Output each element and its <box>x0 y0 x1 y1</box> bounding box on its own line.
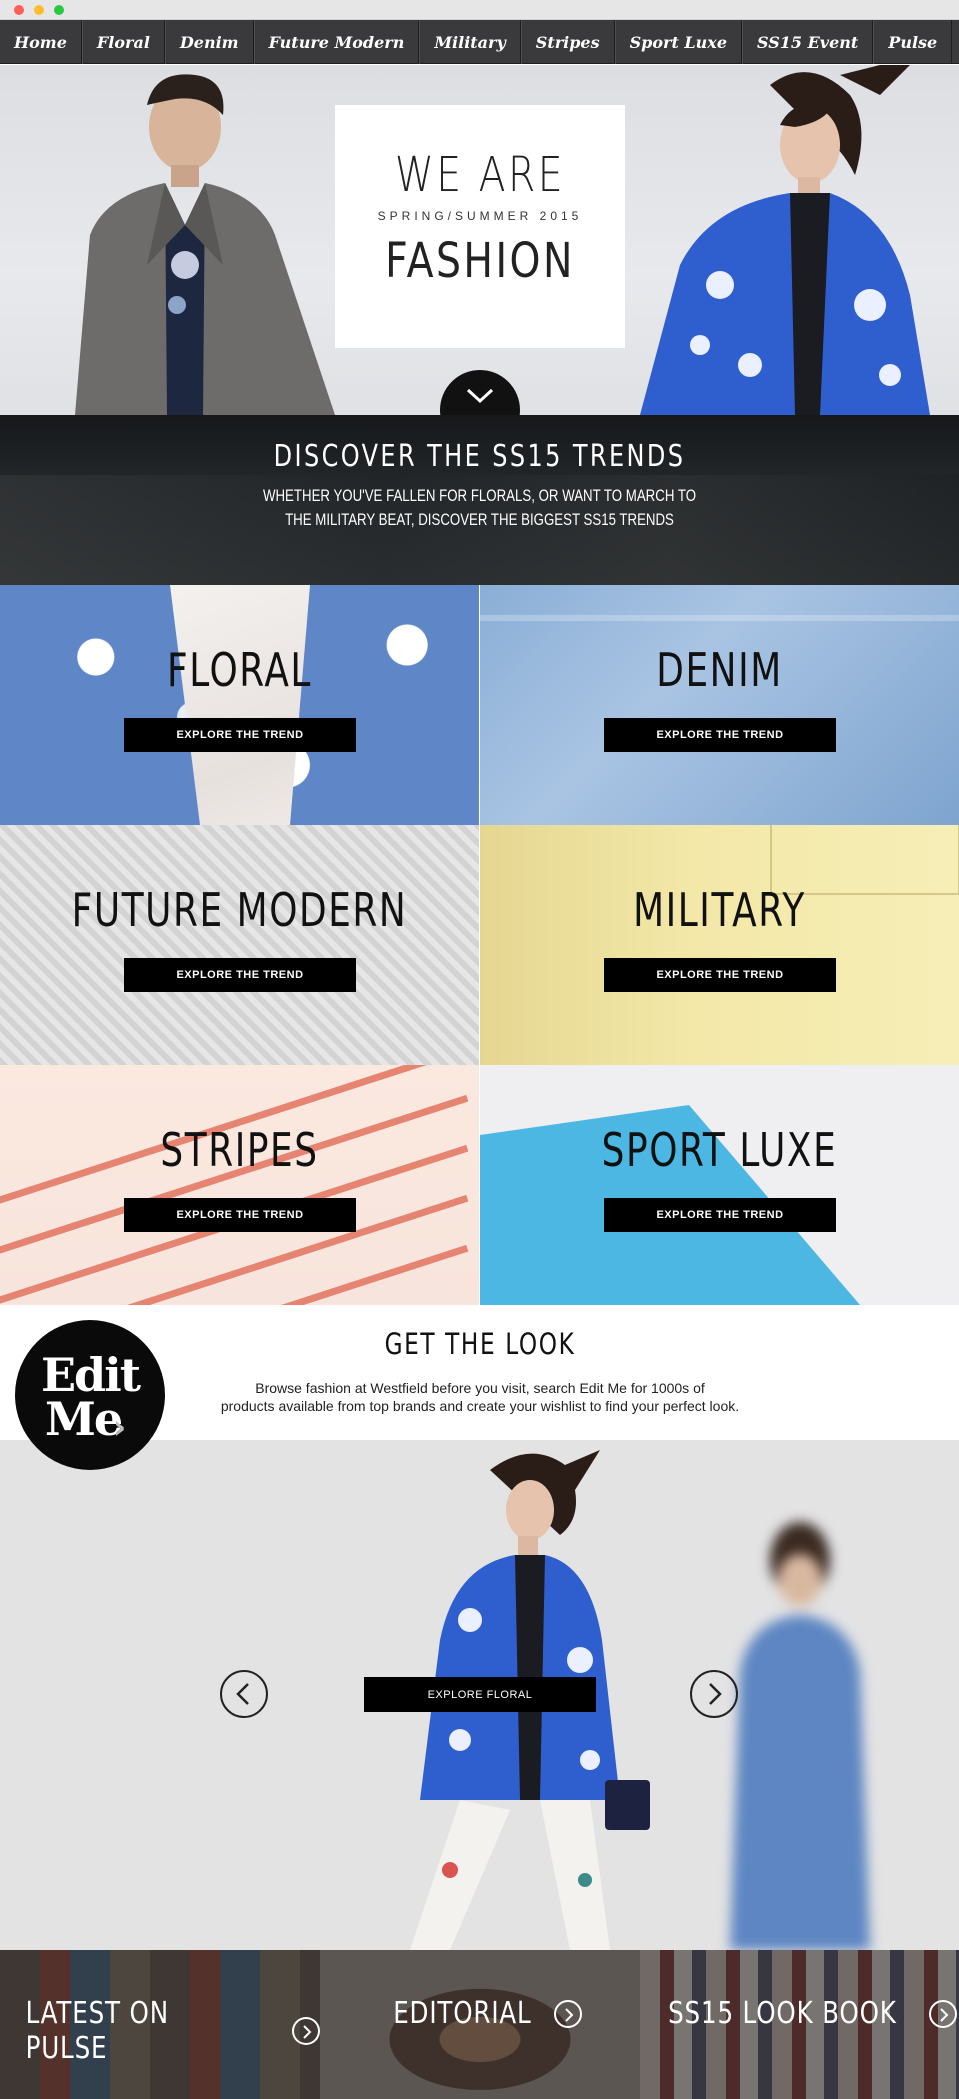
tile-background-image <box>480 615 959 621</box>
trend-tile-future-modern[interactable]: FUTURE MODERN EXPLORE THE TREND <box>0 825 479 1065</box>
explore-trend-button[interactable]: EXPLORE THE TREND <box>604 958 836 992</box>
hero-subtitle: SPRING/SUMMER 2015 <box>377 209 583 223</box>
trend-title: STRIPES <box>160 1123 319 1177</box>
scroll-down-button[interactable] <box>440 370 520 415</box>
circle-arrow-icon <box>554 1999 583 2028</box>
carousel-prev-button[interactable] <box>220 1670 268 1718</box>
maximize-window-icon[interactable] <box>54 5 64 15</box>
trend-title: FLORAL <box>167 643 312 697</box>
trend-tile-floral[interactable]: FLORAL EXPLORE THE TREND <box>0 585 479 825</box>
trend-title: DENIM <box>656 643 783 697</box>
hero-title-line2: FASHION <box>385 233 575 289</box>
explore-trend-button[interactable]: EXPLORE THE TREND <box>124 1198 356 1232</box>
discover-trends-banner: DISCOVER THE SS15 TRENDS WHETHER YOU'VE … <box>0 415 959 585</box>
circle-arrow-icon <box>929 1999 958 2028</box>
hero-banner: WE ARE SPRING/SUMMER 2015 FASHION <box>0 65 959 415</box>
promo-strip: LATEST ON PULSE EDITORIAL SS15 LOOK BOOK <box>0 1950 959 2099</box>
edit-me-logo[interactable]: Edit Me › <box>15 1320 165 1470</box>
discover-description-line2: THE MILITARY BEAT, DISCOVER THE BIGGEST … <box>285 510 674 529</box>
nav-item-military[interactable]: Military <box>419 20 521 64</box>
promo-label-text: SS15 LOOK BOOK <box>667 1996 897 2031</box>
carousel-next-button[interactable] <box>690 1670 738 1718</box>
explore-trend-button[interactable]: EXPLORE THE TREND <box>124 958 356 992</box>
description-line2: products available from top brands and c… <box>220 1398 740 1414</box>
promo-editorial[interactable]: EDITORIAL <box>320 1950 640 2099</box>
promo-label: LATEST ON PULSE <box>0 1996 320 2066</box>
female-model-image <box>640 65 930 415</box>
explore-trend-button[interactable]: EXPLORE THE TREND <box>604 1198 836 1232</box>
get-the-look-section: Edit Me › GET THE LOOK Browse fashion at… <box>0 1305 959 1470</box>
chevron-down-icon <box>466 388 494 404</box>
get-the-look-description: Browse fashion at Westfield before you v… <box>175 1379 785 1415</box>
chevron-right-icon <box>709 1683 722 1705</box>
description-line1: Browse fashion at Westfield before you v… <box>255 1380 705 1396</box>
nav-item-home[interactable]: Home <box>0 20 82 64</box>
promo-label: SS15 LOOK BOOK <box>640 1996 959 2031</box>
look-carousel: EXPLORE FLORAL <box>0 1440 959 1950</box>
denim-model-image <box>730 1522 870 1950</box>
trend-title: SPORT LUXE <box>601 1123 838 1177</box>
get-the-look-title: GET THE LOOK <box>384 1327 576 1361</box>
trend-tile-denim[interactable]: DENIM EXPLORE THE TREND <box>480 585 959 825</box>
circle-arrow-icon <box>292 2017 320 2045</box>
tile-background-image <box>170 585 310 825</box>
nav-item-floral[interactable]: Floral <box>81 20 165 64</box>
nav-item-sport-luxe[interactable]: Sport Luxe <box>614 20 742 64</box>
promo-label: EDITORIAL <box>320 1996 640 2031</box>
explore-floral-button[interactable]: EXPLORE FLORAL <box>364 1677 596 1712</box>
chevron-right-icon: › <box>113 1408 127 1446</box>
nav-item-denim[interactable]: Denim <box>164 20 254 64</box>
nav-item-pulse[interactable]: Pulse <box>873 20 953 64</box>
explore-trend-button[interactable]: EXPLORE THE TREND <box>124 718 356 752</box>
nav-item-stripes[interactable]: Stripes <box>520 20 615 64</box>
discover-description: WHETHER YOU'VE FALLEN FOR FLORALS, OR WA… <box>105 484 853 532</box>
hero-title-card: WE ARE SPRING/SUMMER 2015 FASHION <box>335 105 625 348</box>
logo-text-line2: Me <box>45 1392 123 1446</box>
explore-trend-button[interactable]: EXPLORE THE TREND <box>604 718 836 752</box>
promo-label-text: LATEST ON PULSE <box>25 1996 169 2066</box>
close-window-icon[interactable] <box>14 5 24 15</box>
trend-title: FUTURE MODERN <box>71 883 408 937</box>
minimize-window-icon[interactable] <box>34 5 44 15</box>
trend-grid: FLORAL EXPLORE THE TREND DENIM EXPLORE T… <box>0 585 959 1305</box>
trend-tile-stripes[interactable]: STRIPES EXPLORE THE TREND <box>0 1065 479 1305</box>
trend-tile-military[interactable]: MILITARY EXPLORE THE TREND <box>480 825 959 1065</box>
promo-label-text: EDITORIAL <box>392 1996 532 2031</box>
male-model-image <box>75 74 335 415</box>
nav-item-ss15-event[interactable]: SS15 Event <box>742 20 874 64</box>
promo-ss15-look-book[interactable]: SS15 LOOK BOOK <box>640 1950 959 2099</box>
chevron-left-icon <box>236 1683 249 1705</box>
discover-description-line1: WHETHER YOU'VE FALLEN FOR FLORALS, OR WA… <box>262 486 697 505</box>
trend-tile-sport-luxe[interactable]: SPORT LUXE EXPLORE THE TREND <box>480 1065 959 1305</box>
hero-title-line1: WE ARE <box>394 147 566 203</box>
window-chrome <box>0 0 959 20</box>
trend-title: MILITARY <box>633 883 806 937</box>
discover-title: DISCOVER THE SS15 TRENDS <box>273 439 686 474</box>
main-nav: Home Floral Denim Future Modern Military… <box>0 20 959 64</box>
nav-item-future-modern[interactable]: Future Modern <box>253 20 420 64</box>
promo-latest-on-pulse[interactable]: LATEST ON PULSE <box>0 1950 320 2099</box>
